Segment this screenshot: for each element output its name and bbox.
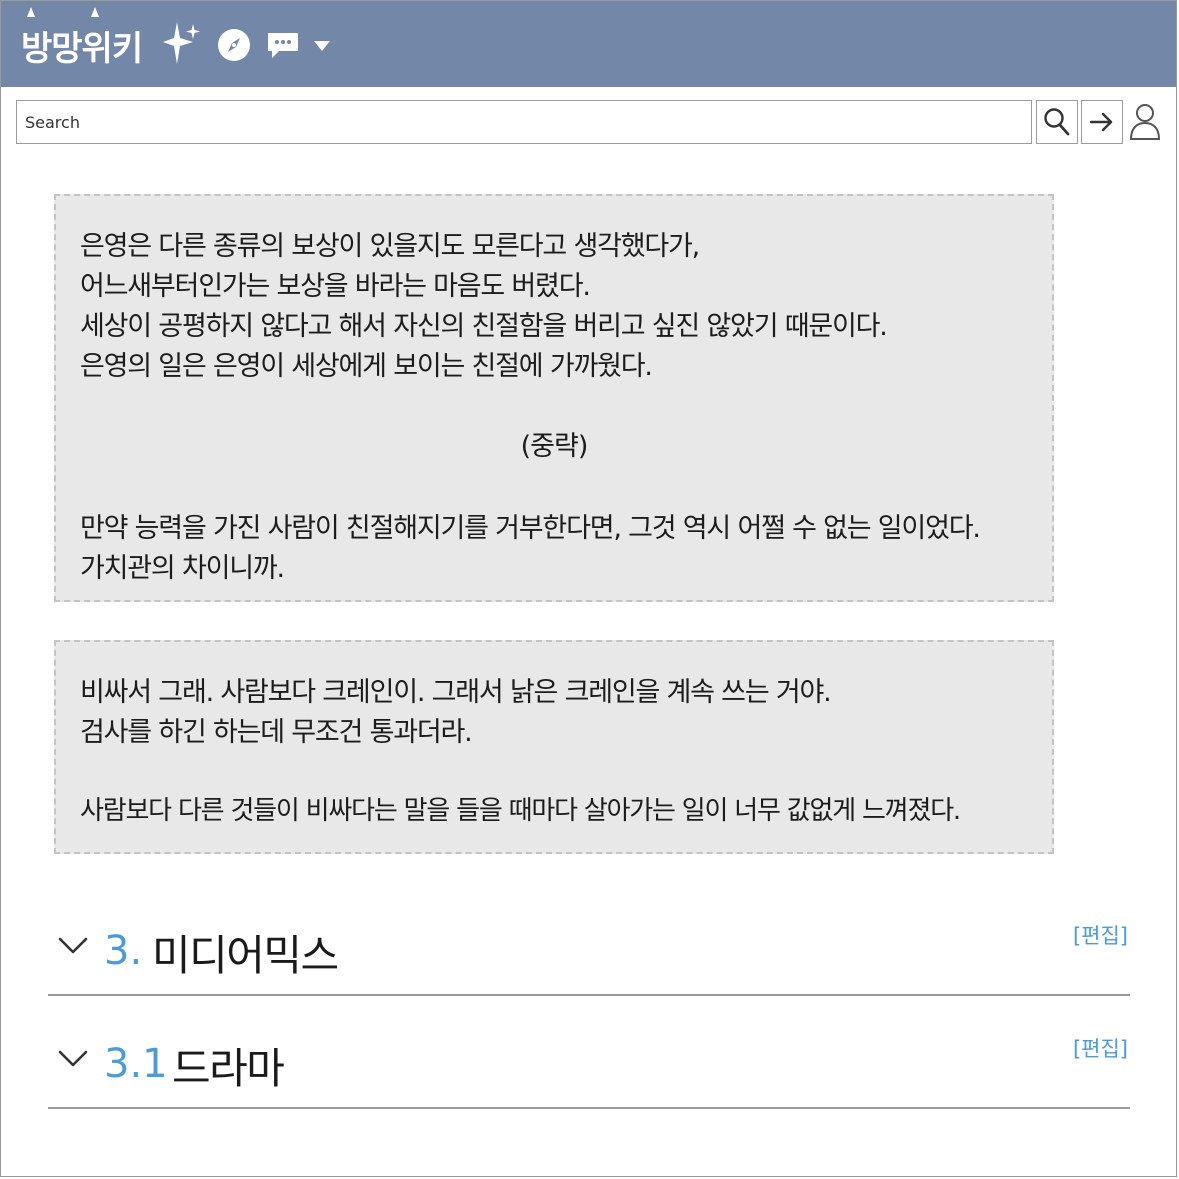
quote-line: 은영의 일은 은영이 세상에게 보이는 친절에 가까웠다. [80,351,653,382]
section-heading-3-1: 3.1 드라마 [편집] [48,1033,1130,1109]
section-divider [48,1107,1130,1109]
chat-icon[interactable] [265,30,301,62]
quote-ellipsis: (중략) [520,431,589,462]
section-heading-3: 3. 미디어믹스 [편집] [48,920,1130,996]
chevron-down-icon[interactable] [313,39,331,53]
edit-link[interactable]: [편집] [1073,1033,1128,1063]
site-logo[interactable]: 방망위키 [21,7,143,70]
quote-line: 가치관의 차이니까. [80,553,285,584]
user-button[interactable] [1128,102,1162,142]
section-number[interactable]: 3. [104,928,142,974]
quote-line: 세상이 공평하지 않다고 해서 자신의 친절함을 버리고 싶진 않았기 때문이다… [80,311,888,342]
search-icon [1044,108,1070,136]
logo-text: 방망위키 [21,29,143,69]
quote-line: 사람보다 다른 것들이 비싸다는 말을 들을 때마다 살아가는 일이 너무 값없… [80,796,961,826]
go-button[interactable] [1081,100,1123,144]
quote-box: 은영은 다른 종류의 보상이 있을지도 모른다고 생각했다가, 어느새부터인가는… [54,194,1054,602]
quote-line: 비싸서 그래. 사람보다 크레인이. 그래서 낡은 크레인을 계속 쓰는 거야. [80,677,832,708]
search-button[interactable] [1036,100,1078,144]
quote-line: 검사를 하긴 하는데 무조건 통과더라. [80,717,473,748]
search-row [0,100,1179,146]
logo-ear-left [27,7,35,17]
edit-link[interactable]: [편집] [1073,920,1128,950]
chevron-down-icon[interactable] [58,1049,88,1069]
user-icon [1129,104,1161,140]
arrow-right-icon [1089,112,1113,132]
quote-line: 어느새부터인가는 보상을 바라는 마음도 버렸다. [80,271,591,302]
chevron-down-icon[interactable] [58,936,88,956]
section-title: 미디어믹스 [152,931,339,980]
top-navbar: 방망위키 [1,1,1176,87]
search-input[interactable] [16,100,1032,144]
section-number[interactable]: 3.1 [104,1041,168,1087]
compass-icon[interactable] [217,28,251,62]
quote-line: 만약 능력을 가진 사람이 친절해지기를 거부한다면, 그것 역시 어쩔 수 없… [80,513,981,544]
section-title: 드라마 [172,1044,285,1093]
quote-line: 은영은 다른 종류의 보상이 있을지도 모른다고 생각했다가, [80,231,700,262]
sparkle-icon[interactable] [163,20,203,70]
section-divider [48,994,1130,996]
logo-ear-right [91,7,99,17]
quote-box: 비싸서 그래. 사람보다 크레인이. 그래서 낡은 크레인을 계속 쓰는 거야.… [54,640,1054,854]
